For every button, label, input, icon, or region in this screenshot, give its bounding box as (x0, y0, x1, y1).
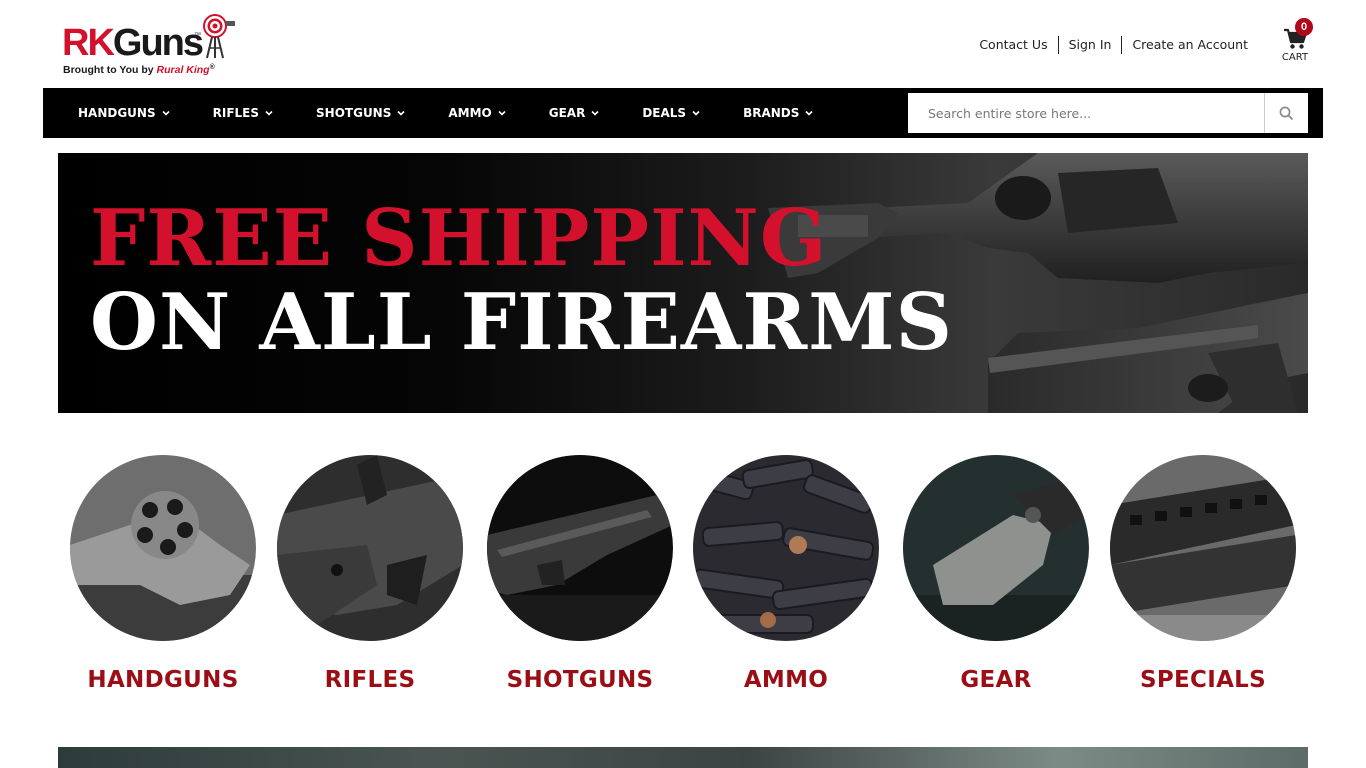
cart-count-badge: 0 (1295, 18, 1313, 36)
contact-us-link[interactable]: Contact Us (969, 36, 1057, 54)
nav-item-label: BRANDS (743, 106, 800, 120)
nav-item-label: RIFLES (212, 106, 260, 120)
chevron-down-icon (692, 110, 700, 116)
category-handguns[interactable]: HANDGUNS (70, 455, 256, 693)
knife-image (903, 455, 1089, 641)
chevron-down-icon (498, 110, 506, 116)
search-icon (1279, 106, 1294, 120)
logo-guns-text: Guns (112, 22, 204, 64)
category-image-ammo (693, 455, 879, 641)
logo-tagline-brand: Rural King (156, 64, 210, 76)
nav-item-ammo[interactable]: AMMO (448, 106, 506, 120)
nav-item-label: GEAR (548, 106, 586, 120)
nav-item-label: DEALS (642, 106, 687, 120)
nav-item-brands[interactable]: BRANDS (743, 106, 813, 120)
nav-item-label: SHOTGUNS (316, 106, 392, 120)
banner-headline: FREE SHIPPING (90, 193, 828, 284)
category-image-gear (903, 455, 1089, 641)
rifle-image (277, 455, 463, 641)
category-image-shotguns (487, 455, 673, 641)
site-logo[interactable]: RKGuns ™ Brought to You by Rural King® (62, 14, 242, 78)
chevron-down-icon (591, 110, 599, 116)
logo-trademark: ™ (194, 32, 201, 39)
category-shotguns[interactable]: SHOTGUNS (487, 455, 673, 693)
category-label: SHOTGUNS (506, 667, 654, 693)
nav-item-label: HANDGUNS (78, 106, 156, 120)
search-input[interactable] (908, 93, 1264, 133)
logo-rk-text: RK (62, 22, 115, 64)
logo-tagline-registered: ® (209, 64, 215, 71)
chevron-down-icon (397, 110, 405, 116)
category-label: SPECIALS (1140, 667, 1266, 693)
nav-item-gear[interactable]: GEAR (549, 106, 600, 120)
header-links: Contact Us Sign In Create an Account (969, 36, 1258, 54)
cart-button[interactable]: 0 CART (1280, 18, 1313, 66)
search-button[interactable] (1264, 93, 1308, 133)
category-gear[interactable]: GEAR (903, 455, 1089, 693)
ammo-image (693, 455, 879, 641)
revolver-image (70, 455, 256, 641)
shotgun-image (487, 455, 673, 641)
sign-in-link[interactable]: Sign In (1059, 36, 1122, 54)
category-image-handguns (70, 455, 256, 641)
category-image-rifles (277, 455, 463, 641)
free-shipping-banner[interactable]: FREE SHIPPING ON ALL FIREARMS (58, 153, 1308, 413)
chevron-down-icon (265, 110, 273, 116)
search-box (908, 93, 1308, 133)
category-label: AMMO (743, 667, 829, 693)
cart-label: CART (1281, 52, 1309, 63)
category-label: GEAR (960, 667, 1032, 693)
chevron-down-icon (162, 110, 170, 116)
category-rifles[interactable]: RIFLES (277, 455, 463, 693)
nav-item-shotguns[interactable]: SHOTGUNS (316, 106, 405, 120)
create-account-link[interactable]: Create an Account (1122, 36, 1258, 54)
logo-tagline: Brought to You by Rural King® (63, 64, 215, 76)
category-label: HANDGUNS (87, 667, 239, 693)
target-icon (203, 14, 235, 59)
secondary-banner[interactable] (58, 747, 1308, 768)
chevron-down-icon (805, 110, 813, 116)
logo-tagline-prefix: Brought to You by (63, 64, 157, 76)
logo-wordmark: RKGuns (62, 22, 204, 64)
banner-subheadline: ON ALL FIREARMS (90, 277, 953, 368)
category-specials[interactable]: SPECIALS (1110, 455, 1296, 693)
category-label: RIFLES (324, 667, 416, 693)
nav-menu: HANDGUNS RIFLES SHOTGUNS AMMO GEAR DEALS… (78, 88, 856, 138)
category-image-specials (1110, 455, 1296, 641)
tactical-rifle-image (1110, 455, 1296, 641)
nav-item-deals[interactable]: DEALS (642, 106, 700, 120)
category-ammo[interactable]: AMMO (693, 455, 879, 693)
nav-item-handguns[interactable]: HANDGUNS (78, 106, 170, 120)
nav-item-label: AMMO (448, 106, 492, 120)
main-navigation: HANDGUNS RIFLES SHOTGUNS AMMO GEAR DEALS… (43, 88, 1323, 138)
nav-item-rifles[interactable]: RIFLES (213, 106, 273, 120)
